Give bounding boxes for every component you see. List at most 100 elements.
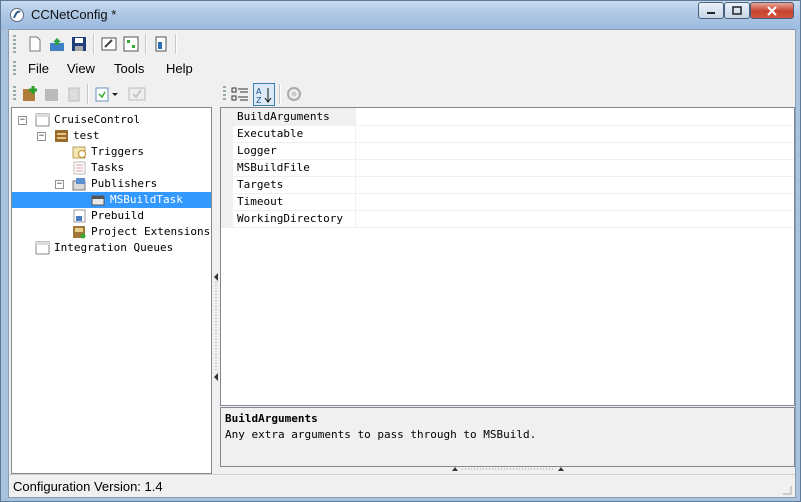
property-row[interactable]: BuildArguments (221, 108, 794, 126)
column-divider[interactable] (355, 142, 356, 159)
close-icon (767, 5, 777, 16)
tree-node-label: CruiseControl (54, 113, 141, 126)
tree-node-label: Integration Queues (54, 241, 174, 254)
menu-view[interactable]: View (67, 61, 95, 76)
tree-node-triggers[interactable]: Triggers (72, 144, 202, 160)
row-gutter (221, 108, 233, 125)
categorized-button[interactable] (230, 84, 250, 104)
column-divider[interactable] (355, 176, 356, 193)
categorized-icon (231, 87, 248, 101)
alphabetical-icon: AZ (256, 87, 272, 104)
toolbar-grip[interactable] (13, 35, 16, 53)
edit-icon (101, 37, 117, 51)
property-toolbar: AZ (220, 82, 795, 106)
column-divider[interactable] (355, 210, 356, 227)
property-name: Logger (237, 144, 277, 157)
property-row[interactable]: Targets (221, 176, 794, 194)
maximize-icon (732, 6, 742, 15)
menu-grip[interactable] (13, 61, 16, 77)
tree-node-label: Publishers (91, 177, 158, 190)
export-button[interactable] (151, 34, 171, 54)
checklist-button[interactable] (127, 84, 147, 104)
toolbar-separator (279, 84, 281, 104)
row-gutter (221, 125, 233, 142)
caption-buttons (698, 2, 794, 21)
minimize-icon (707, 11, 715, 14)
delete-project-button[interactable] (64, 84, 84, 104)
splitter-handle-icon[interactable] (450, 466, 566, 472)
tree-node-label: Project Extensions (91, 225, 211, 238)
tree-node-integration-queues[interactable]: Integration Queues (35, 240, 205, 256)
row-gutter (221, 159, 233, 176)
window-title: CCNetConfig * (31, 7, 117, 22)
edit-button[interactable] (99, 34, 119, 54)
tree-node-tasks[interactable]: Tasks (72, 160, 202, 176)
publishers-icon (72, 178, 86, 191)
project-tree[interactable]: − CruiseControl − test Triggers Tasks − … (11, 107, 212, 474)
column-divider[interactable] (355, 159, 356, 176)
property-pane: AZ BuildArguments Executable Logger MSBu… (220, 82, 795, 472)
edit-project-button[interactable] (42, 84, 62, 104)
tree-node-msbuildtask[interactable]: MSBuildTask (12, 192, 211, 208)
column-divider[interactable] (355, 125, 356, 142)
property-row[interactable]: WorkingDirectory (221, 210, 794, 228)
description-title: BuildArguments (225, 412, 318, 425)
tree-toolbar-grip[interactable] (13, 86, 16, 102)
open-icon (50, 38, 64, 51)
root-icon (35, 113, 50, 127)
tree-node-cruisecontrol[interactable]: − CruiseControl (18, 112, 208, 128)
alphabetical-button[interactable]: AZ (253, 83, 275, 106)
triggers-icon (72, 146, 86, 159)
maximize-button[interactable] (724, 2, 750, 19)
client-area: File View Tools Help − CruiseControl − t… (8, 29, 796, 498)
toolbar-separator (87, 84, 89, 104)
title-bar[interactable]: CCNetConfig * (1, 1, 800, 29)
add-project-button[interactable] (20, 84, 40, 104)
property-row[interactable]: MSBuildFile (221, 159, 794, 177)
open-button[interactable] (47, 34, 67, 54)
property-name: WorkingDirectory (237, 212, 343, 225)
tree-node-publishers[interactable]: − Publishers (55, 176, 205, 192)
new-icon (29, 36, 41, 52)
save-button[interactable] (69, 34, 89, 54)
validate-icon (123, 36, 139, 52)
property-pages-button[interactable] (284, 84, 304, 104)
new-button[interactable] (25, 34, 45, 54)
tree-node-label: Triggers (91, 145, 144, 158)
delete-project-icon (68, 87, 80, 102)
validate-button[interactable] (121, 34, 141, 54)
property-row[interactable]: Timeout (221, 193, 794, 211)
property-row[interactable]: Logger (221, 142, 794, 160)
tree-node-project-extensions[interactable]: Project Extensions (72, 224, 211, 240)
column-divider[interactable] (355, 193, 356, 210)
column-divider[interactable] (355, 108, 356, 125)
collapse-icon[interactable]: − (18, 116, 27, 125)
tree-node-label: MSBuildTask (110, 193, 183, 206)
app-icon (10, 8, 24, 22)
property-name: MSBuildFile (237, 161, 310, 174)
collapse-icon[interactable]: − (55, 180, 64, 189)
tree-node-test[interactable]: − test (37, 128, 207, 144)
close-button[interactable] (750, 2, 794, 19)
collapse-icon[interactable]: − (37, 132, 46, 141)
task-icon (91, 195, 105, 206)
property-row[interactable]: Executable (221, 125, 794, 143)
menu-tools[interactable]: Tools (114, 61, 144, 76)
menu-file[interactable]: File (28, 61, 49, 76)
minimize-button[interactable] (698, 2, 724, 19)
description-panel: BuildArguments Any extra arguments to pa… (220, 407, 795, 467)
menu-help[interactable]: Help (166, 61, 193, 76)
vertical-splitter[interactable] (212, 82, 220, 472)
property-grid[interactable]: BuildArguments Executable Logger MSBuild… (220, 107, 795, 406)
tasks-icon (73, 161, 86, 175)
toolbar-separator (145, 34, 147, 54)
property-toolbar-grip[interactable] (223, 86, 226, 102)
tree-node-prebuild[interactable]: Prebuild (72, 208, 202, 224)
save-icon (72, 37, 86, 51)
description-text: Any extra arguments to pass through to M… (225, 428, 537, 441)
menu-bar: File View Tools Help (9, 57, 795, 81)
resize-grip-icon[interactable] (781, 484, 793, 496)
extensions-icon (73, 226, 86, 239)
app-window: CCNetConfig * File View Tools Help − Cru… (0, 0, 801, 502)
clone-dropdown-button[interactable] (93, 84, 121, 104)
